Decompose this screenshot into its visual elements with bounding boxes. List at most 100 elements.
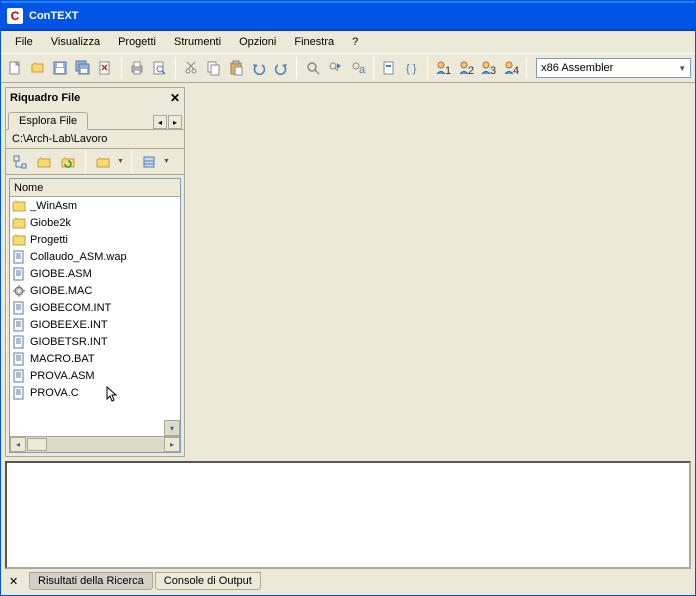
file-name: GIOBETSR.INT bbox=[30, 336, 108, 348]
list-item[interactable]: GIOBEEXE.INT bbox=[10, 316, 180, 333]
list-item[interactable]: GIOBE.MAC bbox=[10, 282, 180, 299]
user4-button[interactable]: 4 bbox=[501, 57, 522, 79]
redo-button[interactable] bbox=[271, 57, 292, 79]
file-name: PROVA.C bbox=[30, 387, 79, 399]
folder-refresh-icon[interactable] bbox=[58, 152, 78, 172]
user1-button[interactable]: 1 bbox=[433, 57, 454, 79]
bracket-button[interactable]: { } bbox=[402, 57, 423, 79]
app-title: ConTEXT bbox=[29, 10, 79, 22]
file-panel-close-button[interactable]: ✕ bbox=[170, 91, 180, 105]
scroll-right-button[interactable]: ▸ bbox=[164, 437, 180, 452]
output-tabs: ✕ Risultati della Ricerca Console di Out… bbox=[5, 571, 691, 591]
file-name: Progetti bbox=[30, 234, 68, 246]
list-item[interactable]: _WinAsm bbox=[10, 197, 180, 214]
list-item[interactable]: Giobe2k bbox=[10, 214, 180, 231]
current-path: C:\Arch-Lab\Lavoro bbox=[6, 130, 184, 149]
svg-text:ab: ab bbox=[359, 64, 366, 76]
app-window: C ConTEXT FileVisualizzaProgettiStrument… bbox=[0, 0, 696, 596]
close-button[interactable] bbox=[95, 57, 116, 79]
preview-button[interactable] bbox=[149, 57, 170, 79]
column-header-name[interactable]: Nome bbox=[10, 179, 180, 197]
file-icon bbox=[12, 352, 26, 366]
file-name: _WinAsm bbox=[30, 200, 77, 212]
user3-button[interactable]: 3 bbox=[478, 57, 499, 79]
folder-favorite-icon[interactable] bbox=[93, 152, 113, 172]
tab-scroll-left-button[interactable]: ◂ bbox=[153, 115, 167, 129]
menu-opzioni[interactable]: Opzioni bbox=[231, 34, 284, 50]
file-icon bbox=[12, 335, 26, 349]
toolbar: ab { } 1 2 34 x86 Assembler ▼ bbox=[1, 53, 695, 83]
gear-icon bbox=[12, 284, 26, 298]
menu-strumenti[interactable]: Strumenti bbox=[166, 34, 229, 50]
syntax-highlighter-dropdown[interactable]: x86 Assembler ▼ bbox=[536, 58, 691, 78]
list-item[interactable]: GIOBECOM.INT bbox=[10, 299, 180, 316]
svg-text:1: 1 bbox=[445, 65, 451, 76]
menu-progetti[interactable]: Progetti bbox=[110, 34, 164, 50]
scroll-thumb[interactable] bbox=[27, 438, 47, 451]
findnext-button[interactable] bbox=[325, 57, 346, 79]
tab-explore-file[interactable]: Esplora File bbox=[8, 112, 88, 130]
menu-visualizza[interactable]: Visualizza bbox=[43, 34, 108, 50]
list-item[interactable]: GIOBE.ASM bbox=[10, 265, 180, 282]
file-name: Giobe2k bbox=[30, 217, 71, 229]
file-icon bbox=[12, 318, 26, 332]
file-name: PROVA.ASM bbox=[30, 370, 95, 382]
output-close-button[interactable]: ✕ bbox=[9, 575, 23, 588]
replace-button[interactable]: ab bbox=[347, 57, 368, 79]
syntax-value: x86 Assembler bbox=[541, 62, 613, 74]
file-icon bbox=[12, 267, 26, 281]
file-name: GIOBECOM.INT bbox=[30, 302, 111, 314]
folder-icon bbox=[12, 233, 26, 247]
horizontal-scrollbar[interactable]: ◂ ▸ bbox=[10, 436, 180, 452]
titlebar[interactable]: C ConTEXT bbox=[1, 1, 695, 31]
file-panel: Riquadro File ✕ Esplora File ◂ ▸ C:\Arch… bbox=[5, 87, 185, 457]
saveall-button[interactable] bbox=[73, 57, 94, 79]
print-button[interactable] bbox=[127, 57, 148, 79]
menu-finestra[interactable]: Finestra bbox=[286, 34, 342, 50]
tab-scroll-right-button[interactable]: ▸ bbox=[168, 115, 182, 129]
list-item[interactable]: Collaudo_ASM.wap bbox=[10, 248, 180, 265]
undo-button[interactable] bbox=[248, 57, 269, 79]
paste-button[interactable] bbox=[226, 57, 247, 79]
tree-collapse-icon[interactable] bbox=[10, 152, 30, 172]
bookmark-button[interactable] bbox=[379, 57, 400, 79]
editor-area[interactable] bbox=[185, 83, 695, 461]
svg-text:{ }: { } bbox=[406, 63, 417, 75]
menu-[interactable]: ? bbox=[344, 34, 366, 50]
list-item[interactable]: PROVA.ASM bbox=[10, 367, 180, 384]
app-icon: C bbox=[7, 8, 23, 24]
list-item[interactable]: Progetti bbox=[10, 231, 180, 248]
save-button[interactable] bbox=[50, 57, 71, 79]
file-icon bbox=[12, 386, 26, 400]
file-panel-header: Riquadro File ✕ bbox=[6, 88, 184, 108]
cut-button[interactable] bbox=[181, 57, 202, 79]
list-item[interactable]: MACRO.BAT bbox=[10, 350, 180, 367]
new-button[interactable] bbox=[5, 57, 26, 79]
scroll-left-button[interactable]: ◂ bbox=[10, 437, 26, 452]
svg-text:2: 2 bbox=[468, 65, 474, 76]
output-textarea[interactable] bbox=[5, 461, 691, 569]
file-icon bbox=[12, 369, 26, 383]
file-list[interactable]: _WinAsm Giobe2k Progetti Collaudo_ASM.wap GI… bbox=[10, 197, 180, 436]
copy-button[interactable] bbox=[203, 57, 224, 79]
file-name: GIOBE.ASM bbox=[30, 268, 92, 280]
scroll-down-button[interactable]: ▾ bbox=[164, 420, 180, 436]
list-item[interactable]: PROVA.C bbox=[10, 384, 180, 401]
output-panel: ✕ Risultati della Ricerca Console di Out… bbox=[5, 461, 691, 591]
user2-button[interactable]: 2 bbox=[456, 57, 477, 79]
chevron-down-icon: ▼ bbox=[678, 64, 686, 73]
menubar: FileVisualizzaProgettiStrumentiOpzioniFi… bbox=[1, 31, 695, 53]
tab-output-console[interactable]: Console di Output bbox=[155, 572, 261, 590]
file-name: GIOBE.MAC bbox=[30, 285, 92, 297]
list-item[interactable]: GIOBETSR.INT bbox=[10, 333, 180, 350]
tab-search-results[interactable]: Risultati della Ricerca bbox=[29, 572, 153, 590]
file-panel-toolbar: ▼ ▼ bbox=[6, 149, 184, 175]
find-button[interactable] bbox=[302, 57, 323, 79]
view-mode-icon[interactable] bbox=[139, 152, 159, 172]
svg-text:3: 3 bbox=[490, 65, 496, 76]
open-button[interactable] bbox=[28, 57, 49, 79]
file-icon bbox=[12, 250, 26, 264]
file-name: GIOBEEXE.INT bbox=[30, 319, 108, 331]
menu-file[interactable]: File bbox=[7, 34, 41, 50]
folder-up-icon[interactable] bbox=[34, 152, 54, 172]
